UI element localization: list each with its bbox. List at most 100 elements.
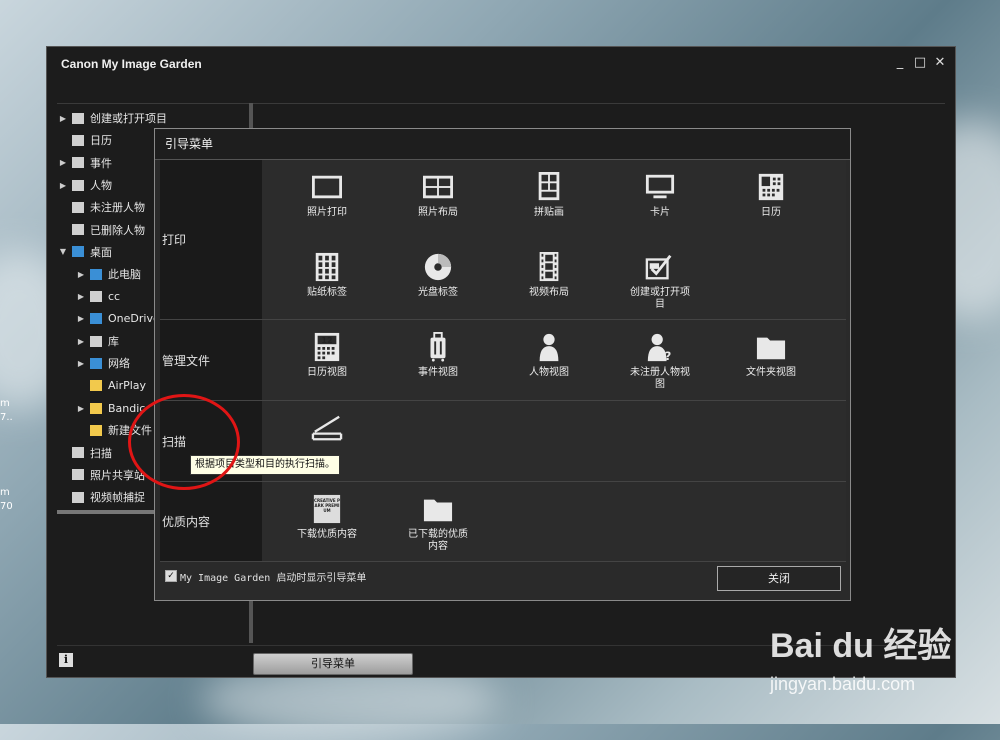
section-label: 打印 [160,160,264,319]
show-at-startup-label[interactable]: My Image Garden 启动时显示引导菜单 [180,569,366,584]
guide-item[interactable] [272,413,382,448]
disc-label-icon [383,252,493,282]
video-frame-icon [71,491,85,504]
guide-item[interactable]: 12 日历视图 [272,332,382,379]
guide-menu-button[interactable]: 引导菜单 [253,653,413,675]
card-icon [605,172,715,202]
guide-item[interactable]: 人物视图 [494,332,604,379]
cloud-icon [89,312,103,325]
chevron-down-icon[interactable]: ▼ [57,247,69,256]
section-1: 管理文件 12 日历视图 事件视图 人物视图? 未注册人物视图 文件夹视图 [160,320,846,401]
close-button[interactable]: 关闭 [717,566,841,591]
collage-icon [494,172,604,202]
guide-item[interactable]: ? 未注册人物视图 [605,332,715,391]
guide-item-label: 事件视图 [418,367,458,378]
desktop-label: 7.. [0,412,13,423]
unregistered-person-view-icon: ? [605,332,715,362]
tree-item-label: 未注册人物 [90,201,145,215]
tree-item[interactable]: ▶ 创建或打开项目 [57,107,247,129]
maximize-icon[interactable]: □ [913,56,927,70]
watermark-url: jingyan.baidu.com [770,674,916,694]
sticker-label-icon [272,252,382,282]
section-items: 照片打印 照片布局 拼贴画 卡片 日历贴纸标签 光盘标签 视频布局 创建或打开项目 [262,160,846,319]
tree-item-label: 创建或打开项目 [90,112,167,126]
guide-item-label: 贴纸标签 [307,287,347,298]
info-icon[interactable]: i [59,653,73,667]
tree-item-label: AirPlay [108,379,147,393]
window-title: Canon My Image Garden [61,57,202,71]
premium-badge: CREATIVE PARK PREMIUM [314,498,340,513]
folder-icon [89,402,103,415]
event-view-icon [383,332,493,362]
close-icon[interactable]: ✕ [933,56,947,70]
chevron-right-icon[interactable]: ▶ [57,158,69,167]
dialog-title: 引导菜单 [155,129,850,160]
person-icon [71,179,85,192]
chevron-right-icon[interactable]: ▶ [57,181,69,190]
guide-item[interactable]: 已下载的优质内容 [383,494,493,553]
calendar-day-badge: 12 [321,336,333,345]
tree-item-label: cc [108,290,121,304]
desktop-label: m [0,487,10,498]
guide-item-label: 下载优质内容 [297,529,357,540]
guide-item[interactable]: CREATIVE PARK PREMIUM 下载优质内容 [272,494,382,541]
guide-item-label: 照片布局 [418,207,458,218]
guide-item[interactable]: 文件夹视图 [716,332,826,379]
person-view-icon [494,332,604,362]
guide-item[interactable]: 照片打印 [272,172,382,219]
scan-icon [71,446,85,459]
tree-item-label: 事件 [90,156,112,170]
guide-item[interactable]: 日历 [716,172,826,219]
guide-item[interactable]: 光盘标签 [383,252,493,299]
section-3: 优质内容 CREATIVE PARK PREMIUM 下载优质内容 已下载的优质内容 [160,482,846,562]
minimize-icon[interactable]: _ [893,56,907,70]
tree-item-label: 视频帧捕捉 [90,491,145,505]
project-icon [71,112,85,125]
guide-item[interactable]: 创建或打开项目 [605,252,715,311]
chevron-right-icon[interactable]: ▶ [75,404,87,413]
tree-item-label: 网络 [108,357,130,371]
chevron-right-icon[interactable]: ▶ [75,359,87,368]
guide-item[interactable]: 卡片 [605,172,715,219]
guide-item-label: 视频布局 [529,287,569,298]
downloaded-content-icon [383,494,493,524]
chevron-right-icon[interactable]: ▶ [75,292,87,301]
unregistered-person-icon [71,201,85,214]
desktop-label: m [0,398,10,409]
chevron-right-icon[interactable]: ▶ [75,270,87,279]
show-at-startup-checkbox[interactable]: ✓ [165,570,177,582]
window-controls: _ □ ✕ [893,56,947,70]
computer-icon [89,268,103,281]
chevron-right-icon[interactable]: ▶ [75,314,87,323]
library-icon [89,335,103,348]
guide-item[interactable]: 贴纸标签 [272,252,382,299]
folder-icon [89,424,103,437]
guide-item-label: 已下载的优质内容 [408,529,468,552]
photo-layout-icon [383,172,493,202]
chevron-right-icon[interactable]: ▶ [75,337,87,346]
tree-item-label: 日历 [90,134,112,148]
guide-item[interactable]: 照片布局 [383,172,493,219]
event-icon [71,156,85,169]
tree-item-label: 人物 [90,179,112,193]
annotation-circle [128,394,240,490]
photo-share-icon [71,468,85,481]
guide-item-label: 照片打印 [307,207,347,218]
section-items: 12 日历视图 事件视图 人物视图 ? 未注册人物视图 文件夹视图 [262,320,846,400]
dialog-body: 打印 照片打印 照片布局 拼贴画 卡片 日历 贴纸标签 光盘标签 视频布局 创建或打开项目 管理文件… [160,160,846,562]
calendar-icon [71,134,85,147]
guide-item[interactable]: 视频布局 [494,252,604,299]
guide-item-label: 创建或打开项目 [630,287,690,310]
tree-item-label: 桌面 [90,245,112,259]
guide-item[interactable]: 事件视图 [383,332,493,379]
chevron-right-icon[interactable]: ▶ [57,114,69,123]
guide-item-label: 文件夹视图 [746,367,796,378]
guide-item-label: 人物视图 [529,367,569,378]
network-icon [89,357,103,370]
tree-item-label: OneDrive [108,312,160,326]
section-label: 优质内容 [160,482,264,561]
calendar-icon [716,172,826,202]
guide-item-label: 光盘标签 [418,287,458,298]
guide-item[interactable]: 拼贴画 [494,172,604,219]
svg-text:?: ? [665,350,672,362]
